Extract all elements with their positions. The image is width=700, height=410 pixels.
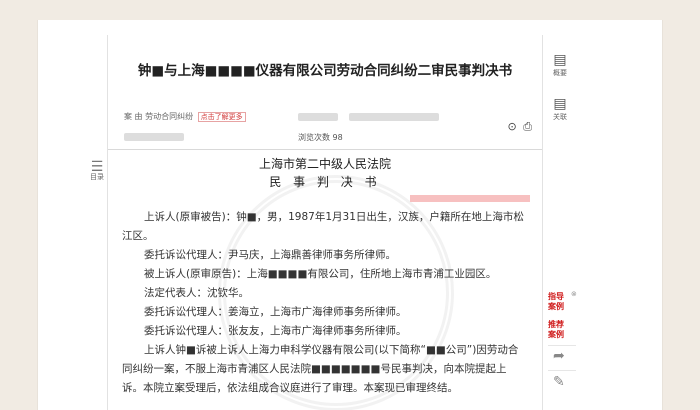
judgment-document: 钟■与上海■■■■仪器有限公司劳动合同纠纷二审民事判决书 案 由 劳动合同纠纷 … (107, 35, 543, 410)
related-button[interactable]: ▤ 关联 (545, 96, 575, 122)
guide-cases-link[interactable]: 指导 案例 (548, 292, 564, 312)
download-icon[interactable]: ⊙ (507, 120, 516, 133)
document-title: 钟■与上海■■■■仪器有限公司劳动合同纠纷二审民事判决书 (137, 63, 513, 79)
document-tools: ⊙ ⎙ (504, 120, 532, 134)
overview-label: 概要 (553, 69, 567, 77)
redacted-text (124, 132, 184, 141)
document-icon: ▤ (553, 96, 567, 112)
related-label: 关联 (553, 113, 567, 121)
paragraph: 上诉人钟■诉被上诉人上海力申科学仪器有限公司(以下简称“■■公司”)因劳动合同纠… (122, 344, 519, 394)
paragraph: 委托诉讼代理人：姜海立，上海市广海律师事务所律师。 (144, 306, 407, 318)
case-meta: 案 由 劳动合同纠纷 点击了解更多 (124, 111, 524, 122)
learn-more-link[interactable]: 点击了解更多 (197, 112, 246, 122)
pencil-icon[interactable]: ✎ (553, 374, 565, 390)
paragraph: 法定代表人：沈钦华。 (144, 287, 249, 299)
close-icon[interactable]: ⊗ (571, 290, 577, 298)
divider (108, 149, 542, 150)
paragraph: 被上诉人(原审原告)：上海■■■■有限公司，住所地上海市青浦工业园区。 (144, 268, 497, 280)
view-count: 浏览次数 98 (298, 133, 343, 142)
redacted-text (298, 112, 339, 121)
share-arrow-icon[interactable]: ➦ (553, 348, 565, 364)
overview-button[interactable]: ▤ 概要 (545, 52, 575, 78)
redacted-text (348, 112, 439, 121)
document-type: 民 事 判 决 书 (269, 175, 381, 189)
paragraph: 委托诉讼代理人：尹马庆，上海鼎善律师事务所律师。 (144, 249, 396, 261)
recommended-cases-link[interactable]: 推荐 案例 (548, 320, 564, 340)
document-body: 上诉人(原审被告)：钟■，男，1987年1月31日出生，汉族，户籍所在地上海市松… (122, 208, 526, 398)
toc-button[interactable]: ☰ 目录 (86, 159, 108, 182)
court-name: 上海市第二中级人民法院 (258, 157, 391, 171)
divider (548, 345, 576, 346)
toc-label: 目录 (90, 173, 104, 181)
paragraph: 上诉人(原审被告)：钟■，男，1987年1月31日出生，汉族，户籍所在地上海市松… (122, 211, 524, 242)
list-icon: ☰ (90, 159, 104, 175)
case-cause: 案 由 劳动合同纠纷 (124, 112, 194, 121)
document-icon: ▤ (553, 52, 567, 68)
divider (548, 370, 576, 371)
redacted-case-number (410, 195, 530, 202)
printer-icon[interactable]: ⎙ (523, 120, 532, 133)
paragraph: 委托诉讼代理人：张友友，上海市广海律师事务所律师。 (144, 325, 407, 337)
